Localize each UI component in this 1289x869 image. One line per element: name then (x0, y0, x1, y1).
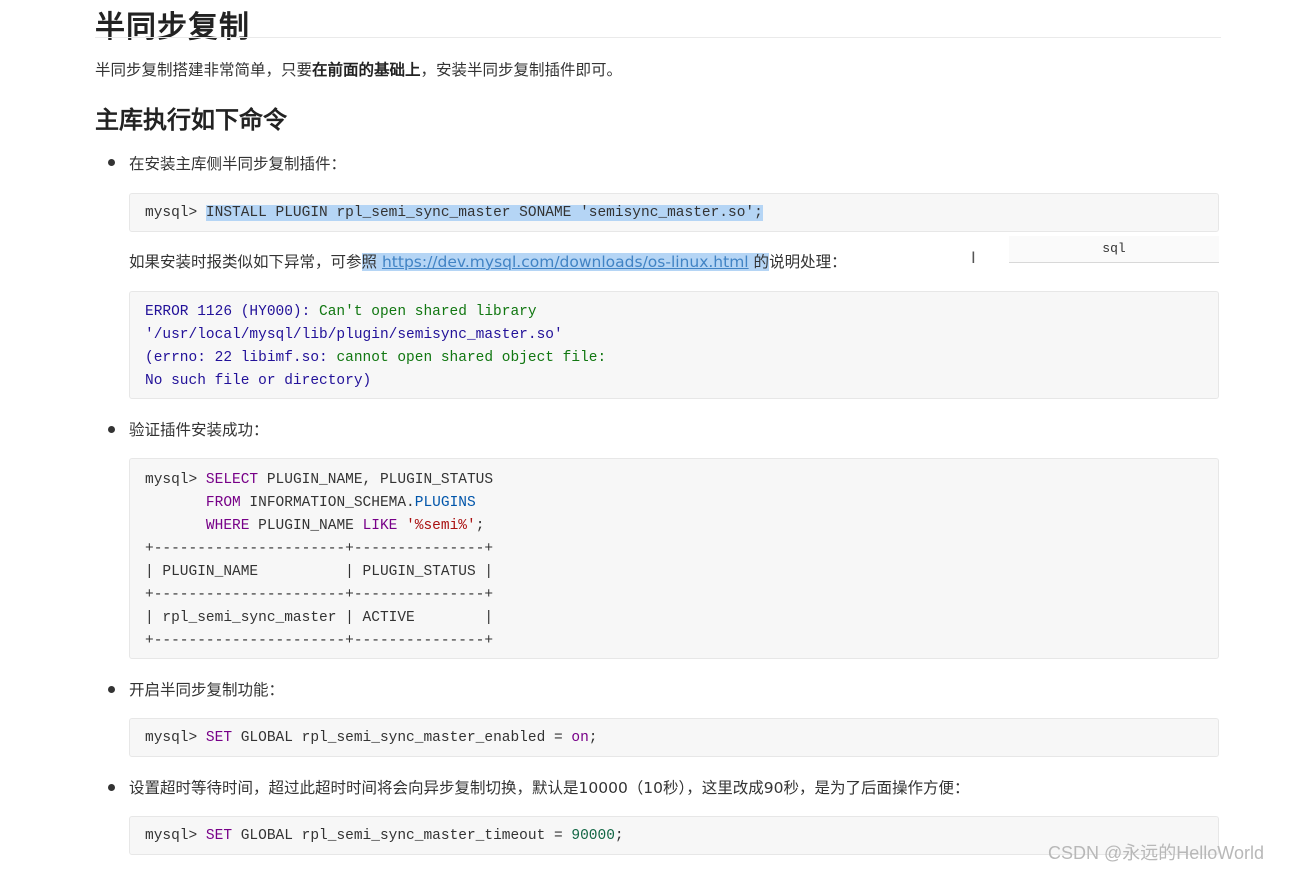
code-prompt: mysql> (145, 205, 206, 221)
list-item-verify-plugin: 验证插件安装成功： (129, 421, 269, 439)
code-line: | rpl_semi_sync_master | ACTIVE | (145, 610, 494, 626)
list-item-set-timeout: 设置超时等待时间，超过此超时时间将会向异步复制切换，默认是10000（10秒），… (129, 779, 970, 797)
code-line: mysql> SET GLOBAL rpl_semi_sync_master_e… (145, 730, 598, 746)
bullet-dot (108, 426, 115, 433)
note-text-after: 说明处理： (769, 253, 847, 271)
code-line: (errno: 22 libimf.so: cannot open shared… (145, 350, 607, 366)
selected-code: INSTALL PLUGIN rpl_semi_sync_master SONA… (205, 205, 763, 221)
intro-text-bold: 在前面的基础上 (312, 61, 421, 79)
code-block-error[interactable]: ERROR 1126 (HY000): Can't open shared li… (129, 291, 1219, 399)
code-line: '/usr/local/mysql/lib/plugin/semisync_ma… (145, 327, 563, 343)
code-line: +----------------------+---------------+ (145, 541, 494, 557)
note-text-before: 如果安装时报类似如下异常，可参 (129, 253, 362, 271)
code-line: WHERE PLUGIN_NAME LIKE '%semi%'; (205, 518, 485, 534)
code-line: mysql> INSTALL PLUGIN rpl_semi_sync_mast… (145, 202, 1218, 225)
code-block-install[interactable]: mysql> INSTALL PLUGIN rpl_semi_sync_mast… (129, 193, 1219, 232)
page-title: 半同步复制 (95, 10, 250, 45)
code-line: No such file or directory) (145, 373, 372, 389)
bullet-dot (108, 686, 115, 693)
code-line: +----------------------+---------------+ (145, 587, 494, 603)
csdn-watermark: CSDN @永远的HelloWorld (1048, 843, 1264, 863)
title-divider (95, 37, 1221, 38)
text-cursor-icon: I (971, 248, 976, 267)
code-language-badge[interactable]: sql (1009, 236, 1219, 263)
mysql-docs-link[interactable]: https://dev.mysql.com/downloads/os-linux… (382, 253, 749, 271)
code-line: FROM INFORMATION_SCHEMA.PLUGINS (205, 495, 476, 511)
code-block-enable[interactable]: mysql> SET GLOBAL rpl_semi_sync_master_e… (129, 718, 1219, 757)
note-selected-tail: 的 (748, 253, 770, 271)
code-line: | PLUGIN_NAME | PLUGIN_STATUS | (145, 564, 494, 580)
bullet-dot (108, 159, 115, 166)
code-line: +----------------------+---------------+ (145, 633, 494, 649)
section-heading: 主库执行如下命令 (95, 106, 287, 134)
code-block-verify[interactable]: mysql> SELECT PLUGIN_NAME, PLUGIN_STATUS… (129, 458, 1219, 659)
intro-text-before: 半同步复制搭建非常简单，只要 (95, 61, 313, 79)
note-paragraph: 如果安装时报类似如下异常，可参照 https://dev.mysql.com/d… (129, 250, 847, 272)
note-link-wrap: https://dev.mysql.com/downloads/os-linux… (377, 253, 749, 271)
intro-paragraph: 半同步复制搭建非常简单，只要在前面的基础上，安装半同步复制插件即可。 (95, 58, 622, 80)
code-line: mysql> SELECT PLUGIN_NAME, PLUGIN_STATUS (145, 472, 494, 488)
intro-text-after: ，安装半同步复制插件即可。 (420, 61, 623, 79)
list-item-enable-semi-sync: 开启半同步复制功能： (129, 681, 285, 699)
list-item-install-plugin: 在安装主库侧半同步复制插件： (129, 155, 347, 173)
bullet-dot (108, 784, 115, 791)
code-line: ERROR 1126 (HY000): Can't open shared li… (145, 304, 537, 320)
note-selected-char: 照 (361, 253, 378, 271)
